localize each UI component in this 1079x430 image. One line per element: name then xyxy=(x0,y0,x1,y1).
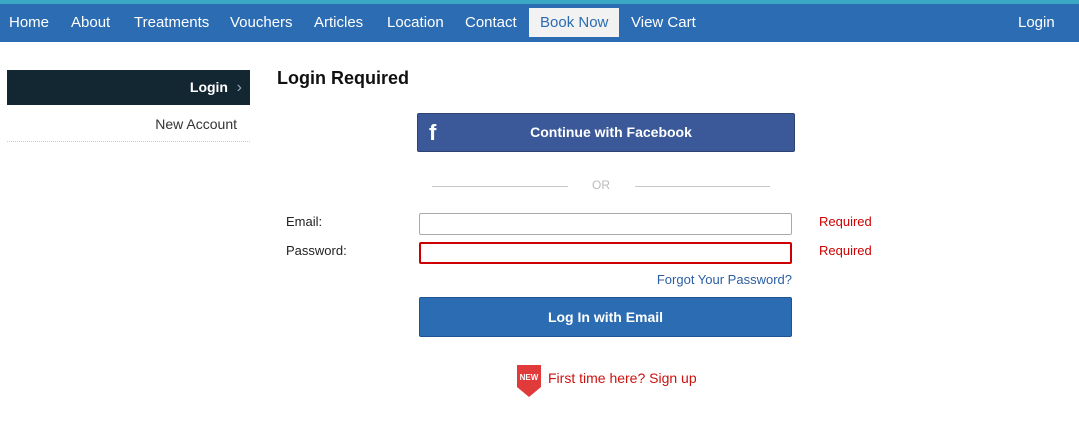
main-navbar: Home About Treatments Vouchers Articles … xyxy=(0,4,1079,42)
nav-articles[interactable]: Articles xyxy=(314,4,363,42)
sign-up-link[interactable]: First time here? Sign up xyxy=(548,370,697,386)
nav-vouchers[interactable]: Vouchers xyxy=(230,4,293,42)
sidebar-new-account-label: New Account xyxy=(155,116,237,132)
or-divider-text: OR xyxy=(592,178,610,192)
nav-treatments[interactable]: Treatments xyxy=(134,4,209,42)
nav-login[interactable]: Login xyxy=(1018,4,1055,42)
sidebar-login-label: Login xyxy=(189,79,228,95)
page-title: Login Required xyxy=(277,68,409,88)
log-in-with-email-button[interactable]: Log In with Email xyxy=(419,297,792,337)
email-required-message: Required xyxy=(819,214,872,229)
or-divider-right xyxy=(635,186,770,187)
password-label: Password: xyxy=(286,243,347,258)
email-field[interactable] xyxy=(419,213,792,235)
new-badge-text: NEW xyxy=(520,373,539,382)
facebook-button-label: Continue with Facebook xyxy=(530,124,692,140)
or-divider-left xyxy=(432,186,568,187)
email-button-label: Log In with Email xyxy=(547,309,664,325)
password-field[interactable] xyxy=(419,242,792,264)
nav-home[interactable]: Home xyxy=(9,4,49,42)
new-badge-icon: NEW xyxy=(517,365,541,397)
nav-about[interactable]: About xyxy=(71,4,110,42)
forgot-password-link[interactable]: Forgot Your Password? xyxy=(600,272,792,287)
nav-location[interactable]: Location xyxy=(387,4,444,42)
continue-with-facebook-button[interactable]: f Continue with Facebook xyxy=(417,113,795,152)
nav-view-cart[interactable]: View Cart xyxy=(631,4,696,42)
nav-contact[interactable]: Contact xyxy=(465,4,517,42)
email-label: Email: xyxy=(286,214,323,229)
password-required-message: Required xyxy=(819,243,872,258)
chevron-right-icon: › xyxy=(236,79,242,96)
sidebar-item-login[interactable]: Login › xyxy=(7,70,250,105)
sidebar-item-new-account[interactable]: New Account xyxy=(7,106,250,142)
nav-book-now[interactable]: Book Now xyxy=(529,8,620,37)
